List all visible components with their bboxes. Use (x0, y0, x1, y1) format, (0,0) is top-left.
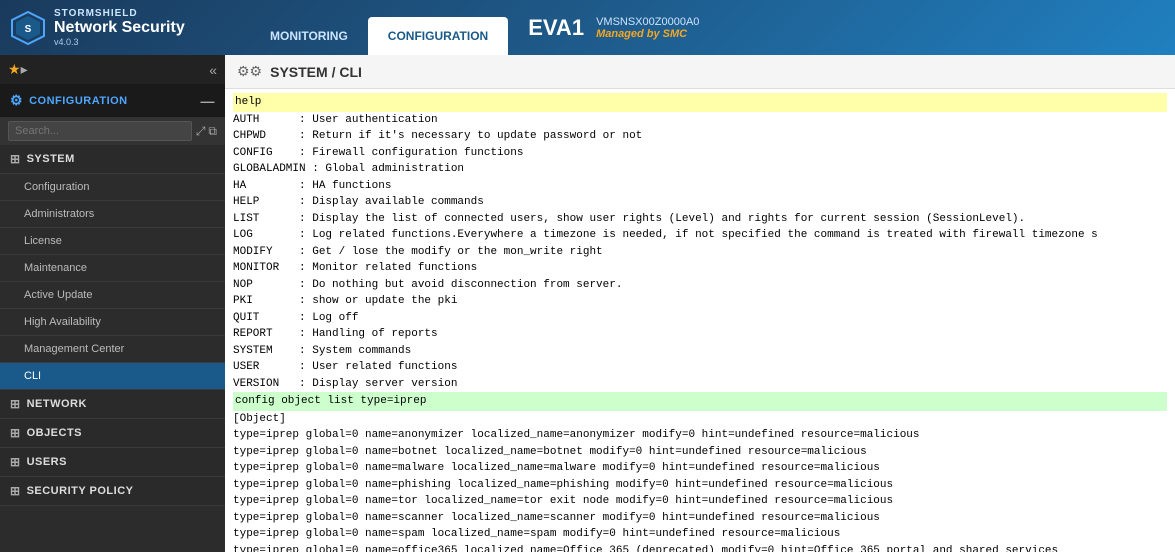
cli-line: LOG : Log related functions.Everywhere a… (233, 227, 1167, 244)
main-layout: ★ ▸ « ⚙ CONFIGURATION — ⤢ ⧉ ⊞ SYSTEM Con… (0, 55, 1175, 552)
search-row: ⤢ ⧉ (0, 117, 225, 145)
sidebar-group-system[interactable]: ⊞ SYSTEM (0, 145, 225, 174)
cli-line: type=iprep global=0 name=anonymizer loca… (233, 427, 1167, 444)
security-policy-label: SECURITY POLICY (27, 485, 134, 497)
content-area: ⚙⚙ SYSTEM / CLI helpAUTH : User authenti… (225, 55, 1175, 552)
cli-line: type=iprep global=0 name=botnet localize… (233, 444, 1167, 461)
sidebar-section-header: ⚙ CONFIGURATION — (0, 84, 225, 117)
cli-line: type=iprep global=0 name=office365 local… (233, 543, 1167, 552)
cli-line: USER : User related functions (233, 359, 1167, 376)
cli-line: PKI : show or update the pki (233, 293, 1167, 310)
device-managed: Managed by SMC (596, 28, 699, 40)
cli-line: CHPWD : Return if it's necessary to upda… (233, 128, 1167, 145)
sidebar-group-users[interactable]: ⊞ USERS (0, 448, 225, 477)
sidebar-item-maintenance[interactable]: Maintenance (0, 255, 225, 282)
sidebar-section-label: CONFIGURATION (29, 95, 128, 107)
stormshield-logo: S (10, 10, 46, 46)
content-header-icon: ⚙⚙ (237, 63, 262, 80)
objects-icon: ⊞ (10, 426, 21, 440)
sidebar-item-active-update[interactable]: Active Update (0, 282, 225, 309)
content-title: SYSTEM / CLI (270, 64, 362, 80)
favorites-icon[interactable]: ★ (8, 61, 21, 78)
network-icon: ⊞ (10, 397, 21, 411)
collapse-icon[interactable]: « (209, 62, 217, 78)
sidebar-item-license[interactable]: License (0, 228, 225, 255)
sidebar-item-cli[interactable]: CLI (0, 363, 225, 390)
search-input[interactable] (8, 121, 192, 141)
sidebar-item-configuration[interactable]: Configuration (0, 174, 225, 201)
sidebar-item-management-center[interactable]: Management Center (0, 336, 225, 363)
sidebar-group-objects[interactable]: ⊞ OBJECTS (0, 419, 225, 448)
cli-line: MODIFY : Get / lose the modify or the mo… (233, 244, 1167, 261)
cli-line: type=iprep global=0 name=spam localized_… (233, 526, 1167, 543)
cli-line: AUTH : User authentication (233, 112, 1167, 129)
cli-line: VERSION : Display server version (233, 376, 1167, 393)
security-icon: ⊞ (10, 484, 21, 498)
cli-line: type=iprep global=0 name=scanner localiz… (233, 510, 1167, 527)
cli-line: NOP : Do nothing but avoid disconnection… (233, 277, 1167, 294)
cli-line: GLOBALADMIN : Global administration (233, 161, 1167, 178)
content-header: ⚙⚙ SYSTEM / CLI (225, 55, 1175, 89)
cli-terminal[interactable]: helpAUTH : User authenticationCHPWD : Re… (225, 89, 1175, 552)
cli-line: [Object] (233, 411, 1167, 428)
config-gear-icon: ⚙ (10, 92, 23, 109)
device-name: EVA1 (528, 15, 584, 41)
sidebar-top-bar: ★ ▸ « (0, 55, 225, 84)
logo-area: S STORMSHIELD Network Security v4.0.3 (10, 8, 250, 47)
system-label: SYSTEM (27, 153, 75, 165)
arrow-icon[interactable]: ▸ (21, 61, 28, 78)
cli-line: LIST : Display the list of connected use… (233, 211, 1167, 228)
cli-line: help (233, 93, 1167, 112)
cli-line: MONITOR : Monitor related functions (233, 260, 1167, 277)
top-header: S STORMSHIELD Network Security v4.0.3 MO… (0, 0, 1175, 55)
cli-line: HELP : Display available commands (233, 194, 1167, 211)
expand-icon[interactable]: ⤢ (196, 124, 206, 139)
window-icon[interactable]: ⧉ (208, 124, 217, 139)
users-icon: ⊞ (10, 455, 21, 469)
cli-line: type=iprep global=0 name=malware localiz… (233, 460, 1167, 477)
sidebar-group-security-policy[interactable]: ⊞ SECURITY POLICY (0, 477, 225, 506)
objects-label: OBJECTS (27, 427, 82, 439)
cli-line: SYSTEM : System commands (233, 343, 1167, 360)
version-label: v4.0.3 (54, 37, 185, 47)
cli-line: config object list type=iprep (233, 392, 1167, 411)
system-icon: ⊞ (10, 152, 21, 166)
sidebar-minus-icon[interactable]: — (201, 93, 216, 109)
svg-text:S: S (25, 24, 32, 35)
sidebar-item-administrators[interactable]: Administrators (0, 201, 225, 228)
tab-monitoring[interactable]: MONITORING (250, 17, 368, 55)
sidebar-item-high-availability[interactable]: High Availability (0, 309, 225, 336)
product-name: Network Security (54, 19, 185, 37)
tab-configuration[interactable]: CONFIGURATION (368, 17, 508, 55)
nav-tabs: MONITORING CONFIGURATION (250, 0, 508, 55)
cli-line: type=iprep global=0 name=tor localized_n… (233, 493, 1167, 510)
cli-line: HA : HA functions (233, 178, 1167, 195)
logo-text: STORMSHIELD Network Security v4.0.3 (54, 8, 185, 47)
brand-name: STORMSHIELD (54, 8, 185, 19)
users-label: USERS (27, 456, 67, 468)
sidebar: ★ ▸ « ⚙ CONFIGURATION — ⤢ ⧉ ⊞ SYSTEM Con… (0, 55, 225, 552)
cli-line: type=iprep global=0 name=phishing locali… (233, 477, 1167, 494)
cli-line: CONFIG : Firewall configuration function… (233, 145, 1167, 162)
device-id: VMSNSX00Z0000A0 (596, 16, 699, 28)
device-info: EVA1 VMSNSX00Z0000A0 Managed by SMC (528, 15, 699, 41)
sidebar-group-network[interactable]: ⊞ NETWORK (0, 390, 225, 419)
cli-line: QUIT : Log off (233, 310, 1167, 327)
device-sub: VMSNSX00Z0000A0 Managed by SMC (596, 16, 699, 40)
network-label: NETWORK (27, 398, 87, 410)
cli-line: REPORT : Handling of reports (233, 326, 1167, 343)
